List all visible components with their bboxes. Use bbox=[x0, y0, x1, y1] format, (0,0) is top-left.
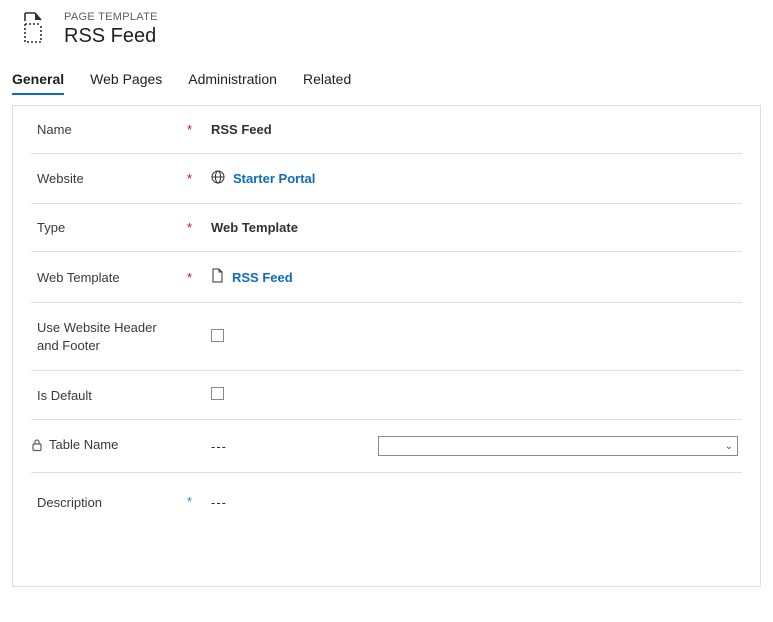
value-type[interactable]: Web Template bbox=[211, 220, 738, 235]
row-type: Type * Web Template bbox=[31, 204, 742, 252]
value-description[interactable]: --- bbox=[211, 495, 227, 510]
row-is-default: Is Default bbox=[31, 371, 742, 420]
link-website[interactable]: Starter Portal bbox=[233, 171, 315, 186]
row-description: Description * --- bbox=[31, 473, 742, 564]
required-marker: * bbox=[187, 172, 211, 185]
label-use-header-footer: Use Website Header and Footer bbox=[37, 319, 157, 354]
value-web-template[interactable]: RSS Feed bbox=[211, 268, 738, 286]
dropdown-table-name[interactable]: ⌄ bbox=[378, 436, 738, 456]
label-table-name: Table Name bbox=[49, 437, 118, 452]
label-is-default: Is Default bbox=[37, 388, 92, 403]
value-name[interactable]: RSS Feed bbox=[211, 122, 738, 137]
chevron-down-icon: ⌄ bbox=[725, 441, 733, 452]
label-name: Name bbox=[37, 122, 72, 137]
tab-web-pages[interactable]: Web Pages bbox=[90, 71, 162, 95]
document-icon bbox=[211, 268, 224, 286]
page-header: PAGE TEMPLATE RSS Feed bbox=[14, 10, 761, 49]
row-use-header-footer: Use Website Header and Footer bbox=[31, 303, 742, 371]
page-eyebrow: PAGE TEMPLATE bbox=[64, 11, 158, 23]
page-title: RSS Feed bbox=[64, 25, 158, 48]
row-web-template: Web Template * RSS Feed bbox=[31, 252, 742, 303]
tab-administration[interactable]: Administration bbox=[188, 71, 277, 95]
row-website: Website * Starter Portal bbox=[31, 154, 742, 204]
tab-general[interactable]: General bbox=[12, 71, 64, 95]
checkbox-use-header-footer[interactable] bbox=[211, 329, 224, 342]
label-description: Description bbox=[37, 495, 102, 510]
required-marker: * bbox=[187, 123, 211, 136]
page-template-icon bbox=[14, 10, 50, 49]
value-table-name: --- bbox=[211, 439, 227, 454]
recommended-marker: * bbox=[187, 495, 211, 508]
globe-icon bbox=[211, 170, 225, 187]
row-table-name: Table Name --- ⌄ bbox=[31, 420, 742, 473]
row-name: Name * RSS Feed bbox=[31, 106, 742, 154]
value-website[interactable]: Starter Portal bbox=[211, 170, 738, 187]
required-marker: * bbox=[187, 271, 211, 284]
tab-related[interactable]: Related bbox=[303, 71, 351, 95]
required-marker: * bbox=[187, 221, 211, 234]
form-card: Name * RSS Feed Website * Starter Portal… bbox=[12, 105, 761, 587]
checkbox-is-default[interactable] bbox=[211, 387, 224, 400]
link-web-template[interactable]: RSS Feed bbox=[232, 270, 293, 285]
tab-strip: General Web Pages Administration Related bbox=[12, 71, 761, 95]
label-type: Type bbox=[37, 220, 65, 235]
label-web-template: Web Template bbox=[37, 270, 120, 285]
label-website: Website bbox=[37, 171, 84, 186]
lock-icon bbox=[31, 438, 43, 455]
